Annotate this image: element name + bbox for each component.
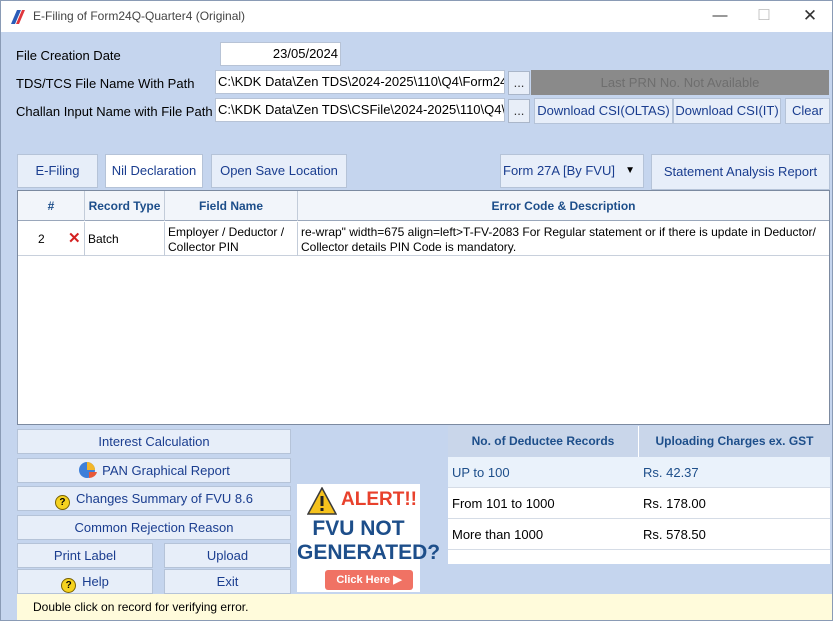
charges-range-3: More than 1000 [448,519,639,550]
col-header-field-name: Field Name [165,191,298,221]
challan-input-label: Challan Input Name with File Path [16,104,213,119]
pie-chart-icon [79,462,98,479]
col-header-error-description: Error Code & Description [491,199,636,213]
challan-file-browse-button[interactable]: ... [508,99,530,123]
question-icon: ? [61,578,77,593]
form-type-select-value: Form 27A [By FVU] [503,163,615,178]
title-bar: E-Filing of Form24Q-Quarter4 (Original) … [1,1,832,32]
charges-amount-1: Rs. 42.37 [639,457,830,488]
row-num-cell: 2 ✕ [18,222,85,256]
maximize-button[interactable]: ☐ [749,5,779,27]
error-description-cell: re-wrap" width=675 align=left>T-FV-2083 … [301,225,816,254]
minimize-button[interactable]: — [705,5,735,27]
common-rejection-reason-button[interactable]: Common Rejection Reason [17,515,291,540]
close-button[interactable]: ✕ [795,5,825,27]
window-title: E-Filing of Form24Q-Quarter4 (Original) [33,9,246,23]
charges-amount-3: Rs. 578.50 [639,519,830,550]
chevron-down-icon: ▼ [625,165,635,176]
statement-analysis-report-button[interactable]: Statement Analysis Report [651,154,830,190]
tds-file-browse-button[interactable]: ... [508,71,530,95]
grid-header: # Record Type Field Name Error Code & De… [18,191,829,221]
fvu-alert-banner[interactable]: ALERT!! FVU NOT GENERATED? Click Here ▶ [297,484,441,592]
row-number: 2 [38,232,45,246]
error-grid[interactable]: # Record Type Field Name Error Code & De… [17,190,830,425]
app-logo-icon [11,10,25,24]
alert-title: ALERT!! [341,489,417,510]
charges-range-1: UP to 100 [448,457,639,488]
question-icon: ? [54,495,70,510]
download-csi-oltas-button[interactable]: Download CSI(OLTAS) [534,98,673,124]
uploading-charges-table: No. of Deductee Records Uploading Charge… [448,426,830,564]
print-label-button[interactable]: Print Label [17,543,153,568]
download-csi-it-button[interactable]: Download CSI(IT) [673,98,781,124]
help-button[interactable]: ? Help [17,569,153,594]
file-creation-date-field[interactable]: 23/05/2024 [220,42,341,66]
alert-line-1: FVU NOT [312,517,405,540]
changes-summary-button[interactable]: ? Changes Summary of FVU 8.6 [17,486,291,511]
record-type-cell: Batch [85,222,165,256]
warning-triangle-icon [307,487,337,515]
col-header-num: # [18,191,85,221]
pan-graphical-report-label: PAN Graphical Report [102,463,230,478]
alert-line-2: GENERATED? [297,541,441,564]
tds-file-label: TDS/TCS File Name With Path [16,76,195,91]
click-here-button[interactable]: Click Here ▶ [325,570,413,590]
tds-file-path-field[interactable]: C:\KDK Data\Zen TDS\2024-2025\110\Q4\For… [215,70,505,94]
col-header-record-type: Record Type [85,191,165,221]
charges-header-records: No. of Deductee Records [448,426,639,457]
status-bar: Double click on record for verifying err… [17,594,832,620]
upload-button[interactable]: Upload [164,543,291,568]
charges-amount-2: Rs. 178.00 [639,488,830,519]
exit-button[interactable]: Exit [164,569,291,594]
challan-file-path-field[interactable]: C:\KDK Data\Zen TDS\CSFile\2024-2025\110… [215,98,505,122]
file-creation-date-label: File Creation Date [16,48,121,63]
last-prn-display: Last PRN No. Not Available [531,70,829,95]
help-label: Help [82,574,109,589]
form-type-select[interactable]: Form 27A [By FVU] ▼ [500,154,644,188]
interest-calculation-button[interactable]: Interest Calculation [17,429,291,454]
charges-header-amount: Uploading Charges ex. GST [639,426,830,457]
clear-button[interactable]: Clear [785,98,830,124]
tab-efiling[interactable]: E-Filing [17,154,98,188]
field-name-cell: Employer / Deductor / Collector PIN [165,222,298,256]
table-row[interactable]: 2 ✕ Batch Employer / Deductor / Collecto… [18,222,829,256]
changes-summary-label: Changes Summary of FVU 8.6 [75,491,254,506]
open-save-location-button[interactable]: Open Save Location [211,154,347,188]
pan-graphical-report-button[interactable]: PAN Graphical Report [17,458,291,483]
tab-nil-declaration[interactable]: Nil Declaration [105,154,203,188]
charges-range-2: From 101 to 1000 [448,488,639,519]
efiling-window: E-Filing of Form24Q-Quarter4 (Original) … [0,0,833,621]
error-x-icon: ✕ [68,230,81,247]
